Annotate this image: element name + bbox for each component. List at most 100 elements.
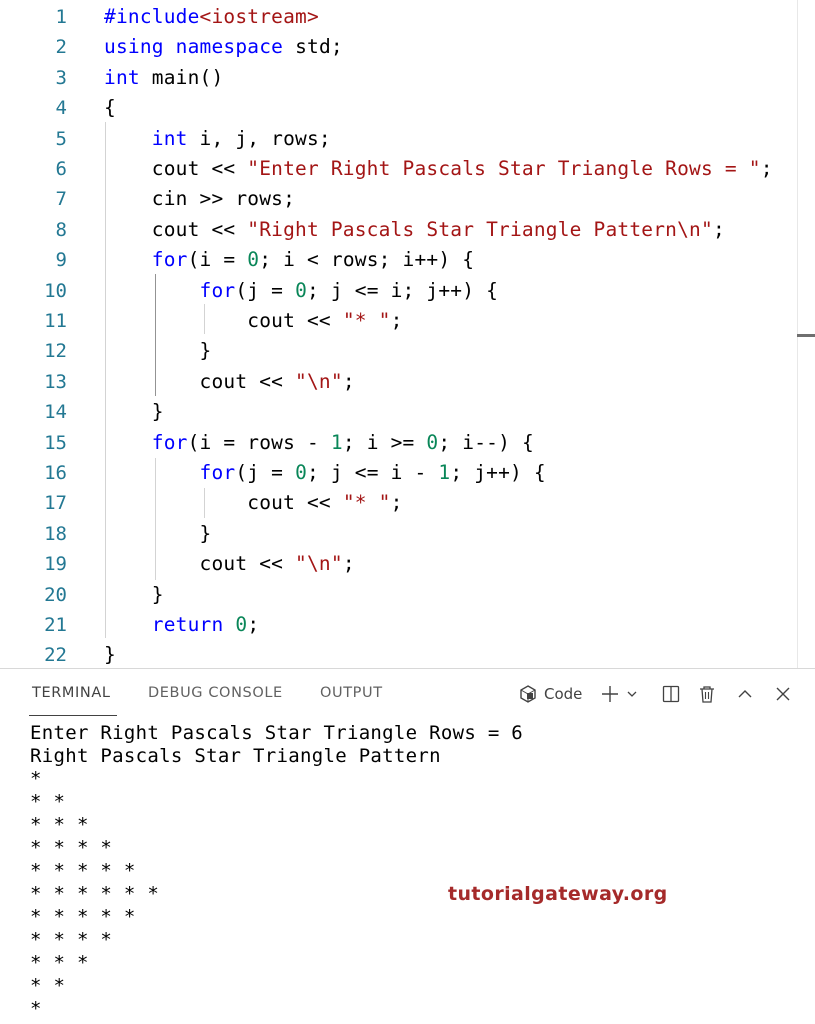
close-panel-button[interactable] xyxy=(770,681,796,707)
token: i, j, rows; xyxy=(187,126,331,150)
line-number: 19 xyxy=(44,553,67,576)
line-number: 22 xyxy=(44,644,67,667)
code-line[interactable]: 5 int i, j, rows; xyxy=(0,124,800,154)
maximize-panel-button[interactable] xyxy=(732,681,758,707)
code-line[interactable]: 1 #include<iostream> xyxy=(0,2,800,32)
token-num: 1 xyxy=(438,461,451,484)
code-text: #include<iostream> xyxy=(104,2,319,32)
code-line[interactable]: 16 for(j = 0; j <= i - 1; j++) { xyxy=(0,458,800,488)
code-line[interactable]: 18 } xyxy=(0,519,800,549)
token-num: 0 xyxy=(426,430,439,454)
line-number: 8 xyxy=(55,218,67,241)
token-str: "Enter Right Pascals Star Triangle Rows … xyxy=(247,157,761,180)
token: cout << xyxy=(104,552,296,576)
token-num: 1 xyxy=(330,430,343,454)
code-line[interactable]: 14 } xyxy=(0,397,800,427)
code-line[interactable]: 6 cout << "Enter Right Pascals Star Tria… xyxy=(0,154,800,184)
line-number: 4 xyxy=(55,97,67,120)
token: (j = xyxy=(235,461,296,484)
terminal-dropdown-button[interactable] xyxy=(624,681,640,707)
line-number: 18 xyxy=(44,522,67,545)
code-line[interactable]: 11 cout << "* "; xyxy=(0,306,800,336)
token-num: 0 xyxy=(247,248,260,272)
code-line[interactable]: 8 cout << "Right Pascals Star Triangle P… xyxy=(0,215,800,245)
token: ; j <= i; j++) { xyxy=(307,278,499,302)
indent-guide xyxy=(204,304,205,334)
tab-terminal[interactable]: TERMINAL xyxy=(32,685,111,701)
token: ; j <= i - xyxy=(307,461,439,484)
terminal-line: Right Pascals Star Triangle Pattern xyxy=(30,745,441,767)
token-str: "* " xyxy=(342,309,391,332)
line-number: 12 xyxy=(44,340,67,363)
code-line[interactable]: 20 } xyxy=(0,580,800,610)
tab-debug-console[interactable]: DEBUG CONSOLE xyxy=(148,685,283,701)
code-editor[interactable]: 1 #include<iostream> 2 using namespace std;… xyxy=(0,0,815,668)
new-terminal-button[interactable] xyxy=(598,681,622,707)
code-text: } xyxy=(104,519,212,549)
code-line[interactable]: 7 cin >> rows; xyxy=(0,184,800,214)
token-str: "\n" xyxy=(295,552,343,576)
line-number: 9 xyxy=(55,249,67,272)
line-number: 3 xyxy=(55,66,67,89)
split-terminal-button[interactable] xyxy=(658,681,684,707)
terminal-line: * * * * xyxy=(30,837,113,859)
line-number: 11 xyxy=(44,310,67,332)
code-line[interactable]: 9 for(i = 0; i < rows; i++) { xyxy=(0,245,800,275)
code-line[interactable]: 19 cout << "\n"; xyxy=(0,549,800,579)
code-line[interactable]: 21 return 0; xyxy=(0,610,800,640)
code-line[interactable]: 4{ xyxy=(0,93,800,123)
panel-header: TERMINAL DEBUG CONSOLE OUTPUT Code xyxy=(0,669,815,719)
token: ; xyxy=(342,552,355,576)
token-str: "Right Pascals Star Triangle Pattern\n" xyxy=(247,217,713,241)
line-number: 14 xyxy=(44,401,67,424)
token: ; xyxy=(760,157,773,180)
chevron-up-icon xyxy=(738,690,752,698)
code-line[interactable]: 2 using namespace std; xyxy=(0,32,800,62)
token: cout << xyxy=(104,217,248,241)
code-line[interactable]: 10 for(j = 0; j <= i; j++) { xyxy=(0,276,800,306)
terminal-output[interactable]: Enter Right Pascals Star Triangle Rows =… xyxy=(30,722,810,1021)
code-text: cin >> rows; xyxy=(104,184,295,214)
indent-guide xyxy=(155,274,156,396)
indent-guide xyxy=(155,458,156,580)
token: (i = rows - xyxy=(187,430,331,454)
line-number: 21 xyxy=(44,614,67,636)
watermark: tutorialgateway.org xyxy=(448,883,668,905)
terminal-line: * * * xyxy=(30,952,89,974)
code-line[interactable]: 22} xyxy=(0,640,800,668)
terminal-profile-button[interactable]: Code xyxy=(518,681,590,707)
token: ; xyxy=(390,309,403,332)
code-text: } xyxy=(104,640,116,668)
code-text: int main() xyxy=(104,63,223,93)
token-str: <iostream> xyxy=(199,5,319,28)
code-line[interactable]: 17 cout << "* "; xyxy=(0,488,800,518)
tab-output[interactable]: OUTPUT xyxy=(320,685,383,701)
code-text: } xyxy=(104,336,212,366)
token: ; xyxy=(342,369,355,393)
token: cout << xyxy=(104,309,343,332)
kill-terminal-button[interactable] xyxy=(694,681,720,707)
terminal-line: * * * xyxy=(30,814,89,836)
terminal-profile-label: Code xyxy=(544,685,583,703)
terminal-line: * * * * * xyxy=(30,860,136,882)
indent-guide xyxy=(204,488,205,518)
token-num: 0 xyxy=(295,278,308,302)
token-kw: for xyxy=(199,278,236,302)
terminal-line: * * xyxy=(30,975,66,997)
code-text: return 0; xyxy=(104,610,259,640)
terminal-shell-icon xyxy=(518,684,538,704)
token: (i = xyxy=(187,248,248,272)
code-line[interactable]: 3 int main() xyxy=(0,63,800,93)
token: } xyxy=(104,643,116,667)
code-text: for(i = 0; i < rows; i++) { xyxy=(104,245,474,275)
code-line[interactable]: 15 for(i = rows - 1; i >= 0; i--) { xyxy=(0,428,800,458)
code-text: cout << "Right Pascals Star Triangle Pat… xyxy=(104,215,725,245)
line-number: 1 xyxy=(55,6,67,28)
code-text: cout << "* "; xyxy=(104,488,403,518)
code-line[interactable]: 12 } xyxy=(0,336,800,366)
code-line[interactable]: 13 cout << "\n"; xyxy=(0,367,800,397)
indent-guide xyxy=(105,122,106,638)
